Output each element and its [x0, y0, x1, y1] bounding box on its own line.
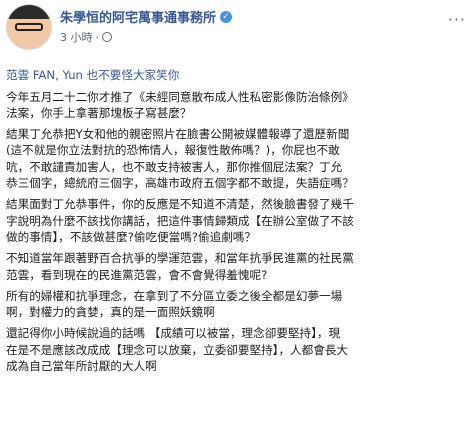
separator-dot: · [95, 30, 100, 44]
more-options-icon[interactable]: ··· [448, 10, 466, 29]
avatar-hair [7, 5, 51, 19]
author-row: 朱學恒的阿宅萬事通事務所 ✓ [60, 7, 233, 26]
mention-link[interactable]: 范雲 FAN, Yun 也不要怪大家笑你 [6, 68, 179, 82]
time-row: 3 小時 · [60, 29, 232, 45]
post-header: 朱學恒的阿宅萬事通事務所 ✓ 3 小時 · [6, 4, 233, 50]
paragraph-2: 結果丁允恭把Y女和他的親密照片在臉書公開被媒體報導了還歷新聞 (這不就是你立法對… [6, 127, 354, 191]
facebook-post: 朱學恒的阿宅萬事通事務所 ✓ 3 小時 · ··· 范雲 FAN, Yun 也不… [0, 0, 476, 436]
avatar[interactable] [6, 4, 52, 50]
paragraph-5: 所有的婦權和抗爭理念，在拿到了不分區立委之後全都是幻夢一場 啊，對權力的貪婪，真… [6, 288, 343, 320]
paragraph-1: 今年五月二十二你才推了《未經同意散布成人性私密影像防治條例》 法案，你手上拿著那… [6, 89, 354, 120]
author-name[interactable]: 朱學恒的阿宅萬事通事務所 [60, 7, 216, 26]
globe-icon [102, 32, 112, 42]
paragraph-3: 結果面對丁允恭事件，你的反應是不知道不清楚，然後臉書發了幾千 字說明為什麼不該找… [6, 197, 354, 244]
post-meta: 朱學恒的阿宅萬事通事務所 ✓ 3 小時 · [60, 4, 233, 50]
verified-badge-icon: ✓ [220, 10, 233, 23]
mention-line: 范雲 FAN, Yun 也不要怪大家笑你 [6, 51, 468, 84]
post-timestamp[interactable]: 3 小時 [60, 29, 93, 45]
paragraph-4: 不知道當年跟著野百合抗爭的學運范雲，和當年抗爭民進黨的社民黨 范雲，看到現在的民… [6, 251, 354, 282]
paragraph-6: 還記得你小時候說過的話嗎 【成績可以被當，理念卻要堅持】，現 在是不是應該改成成… [6, 326, 349, 374]
avatar-glasses [15, 23, 43, 31]
post-body: 范雲 FAN, Yun 也不要怪大家笑你 今年五月二十二你才推了《未經同意散布成… [6, 51, 468, 379]
